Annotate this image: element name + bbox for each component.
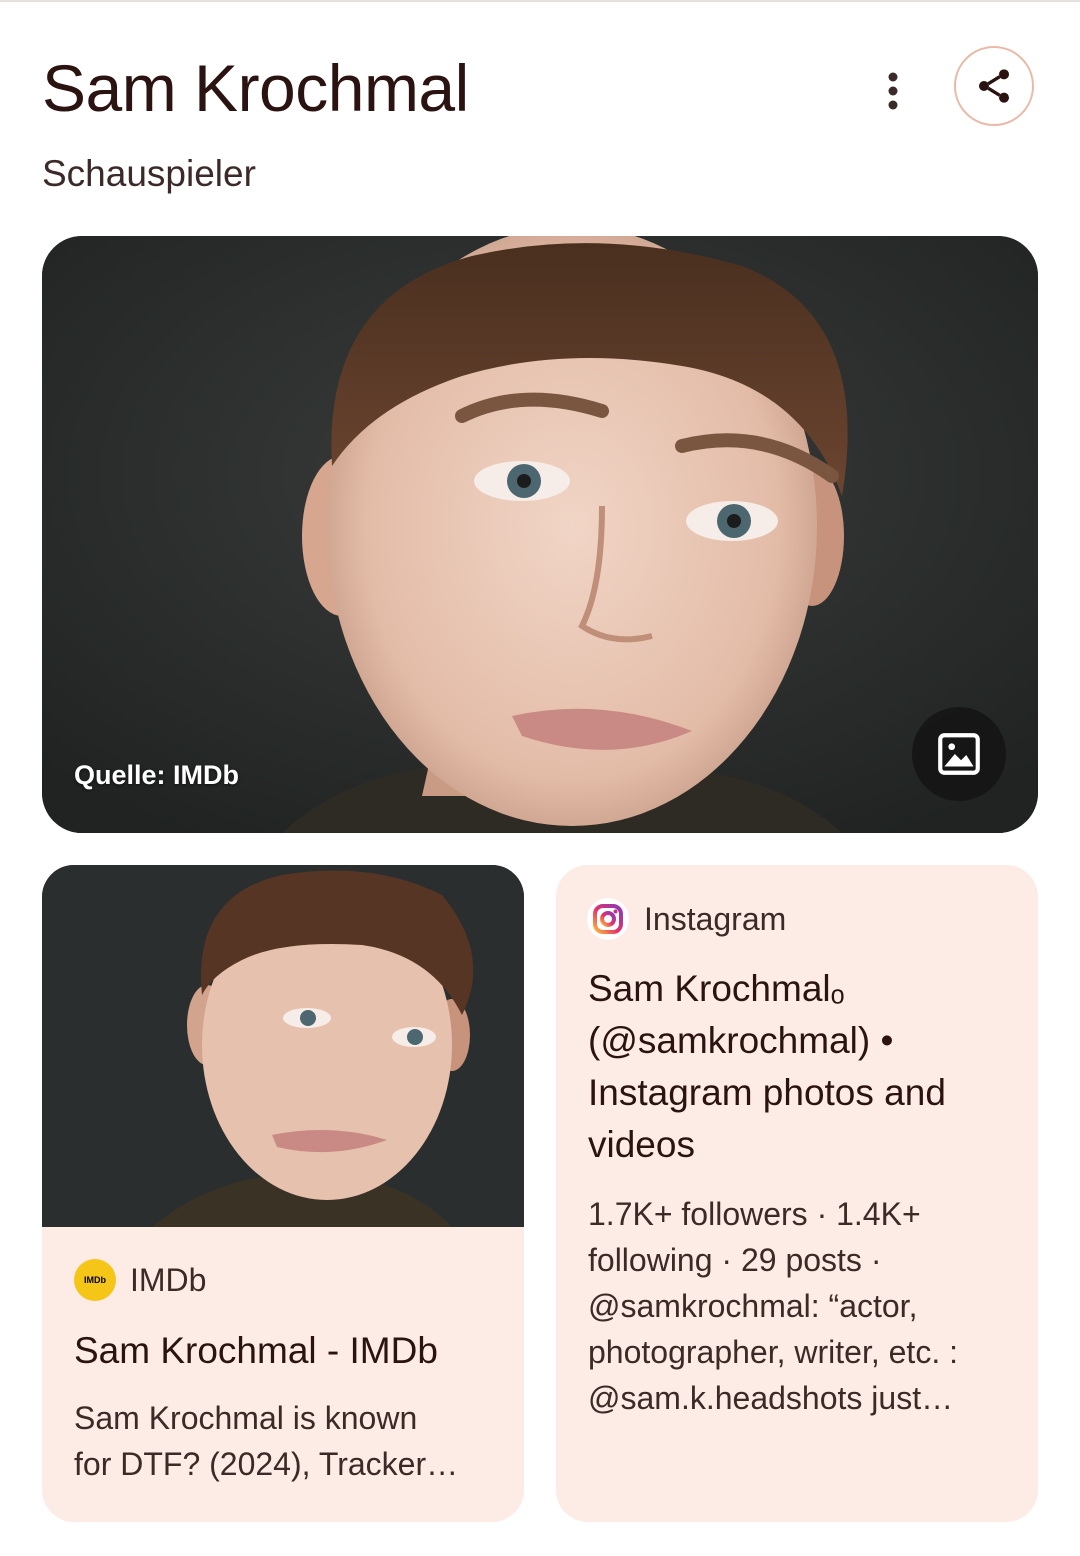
imdb-result-card[interactable]: IMDb IMDb Sam Krochmal - IMDb Sam Krochm… [42,865,524,1522]
instagram-source-name: Instagram [644,900,787,937]
imdb-card-description: Sam Krochmal is known for DTF? (2024), T… [74,1395,458,1487]
image-icon [938,733,980,775]
imdb-card-title[interactable]: Sam Krochmal - IMDb [74,1325,438,1377]
imdb-description-line: for DTF? (2024), Tracker… [74,1446,459,1482]
instagram-description-line: @sam.k.headshots just… [588,1380,954,1416]
instagram-source-row: Instagram [586,897,786,941]
instagram-description-line: @samkrochmal: “actor, [588,1288,918,1324]
hero-image[interactable]: Quelle: IMDb [42,236,1038,833]
image-gallery-button[interactable] [912,707,1006,801]
portrait-photo [42,236,1038,833]
instagram-title-line: videos [588,1124,695,1165]
imdb-source-row: IMDb IMDb [74,1259,206,1301]
share-button[interactable] [954,46,1034,126]
instagram-icon [587,898,629,940]
instagram-description-line: photographer, writer, etc. : [588,1334,958,1370]
instagram-card-title[interactable]: Sam Krochmalₒ (@samkrochmal) • Instagram… [588,963,946,1171]
page-subtitle: Schauspieler [42,153,256,194]
instagram-description-line: 1.7K+ followers · 1.4K+ [588,1196,921,1232]
instagram-result-card[interactable]: Instagram Sam Krochmalₒ (@samkrochmal) •… [556,865,1038,1522]
instagram-title-line: (@samkrochmal) • [588,1020,894,1061]
image-source-label: Quelle: IMDb [74,760,240,790]
top-divider [0,0,1080,2]
share-icon [979,69,1009,103]
instagram-description-line: following · 29 posts · [588,1242,882,1278]
instagram-card-description: 1.7K+ followers · 1.4K+ following · 29 p… [588,1191,958,1421]
instagram-title-line: Instagram photos and [588,1072,946,1113]
imdb-thumbnail [42,865,524,1227]
imdb-description-line: Sam Krochmal is known [74,1400,418,1436]
more-options-button[interactable] [866,64,920,118]
imdb-logo: IMDb [74,1259,116,1301]
imdb-source-name: IMDb [130,1261,207,1298]
page-title: Sam Krochmal [42,51,469,125]
instagram-title-line: Sam Krochmalₒ [588,968,845,1009]
more-vert-icon [888,72,898,110]
